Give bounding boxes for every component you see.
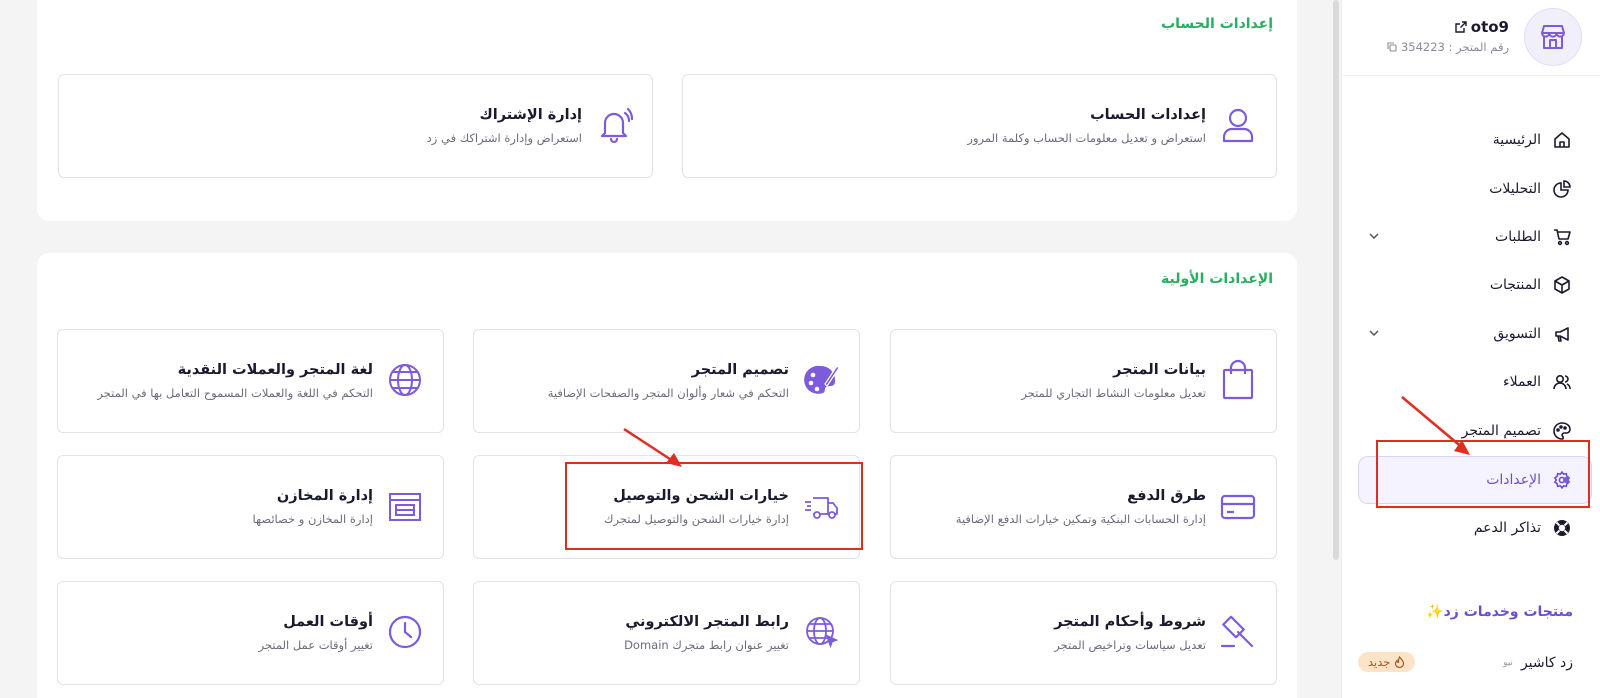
store-name: oto9 bbox=[1470, 18, 1509, 36]
store-name-row[interactable]: oto9 bbox=[1455, 18, 1509, 36]
user-icon bbox=[1216, 103, 1260, 147]
shipping-highlight-box bbox=[565, 462, 863, 550]
card-description: إدارة المخازن و خصائصها bbox=[252, 512, 373, 526]
sidebar-item-label: الرئيسية bbox=[1492, 132, 1541, 148]
card-description: استعراض وإدارة اشتراكك في زد bbox=[426, 131, 582, 145]
sidebar-item-label: المنتجات bbox=[1489, 277, 1541, 293]
card-title: إعدادات الحساب bbox=[1090, 107, 1206, 123]
sidebar-item-label: التحليلات bbox=[1489, 181, 1541, 197]
account-settings-card[interactable]: إعدادات الحساب استعراض و تعديل معلومات ا… bbox=[682, 74, 1277, 178]
store-number-row: رقم المتجر : 354223 bbox=[1387, 40, 1509, 54]
card-description: تعديل سياسات وتراخيص المتجر bbox=[1054, 638, 1206, 652]
pie-chart-icon bbox=[1551, 178, 1573, 200]
card-title: طرق الدفع bbox=[1127, 488, 1206, 504]
sidebar-item-zid-cashier[interactable]: زد كاشير نيو جديد bbox=[1358, 650, 1573, 676]
payment-methods-card[interactable]: طرق الدفع إدارة الحسابات البنكية وتمكين … bbox=[890, 455, 1277, 559]
working-hours-card[interactable]: أوقات العمل تغيير أوقات عمل المتجر bbox=[57, 581, 444, 685]
store-icon bbox=[1541, 25, 1565, 49]
promo-section-title: منتجات وخدمات زد✨ bbox=[1426, 604, 1573, 620]
new-badge: جديد bbox=[1358, 652, 1416, 672]
store-terms-card[interactable]: شروط وأحكام المتجر تعديل سياسات وتراخيص … bbox=[890, 581, 1277, 685]
card-description: التحكم في اللغة والعملات المسموح التعامل… bbox=[97, 386, 373, 400]
sidebar-item-marketing[interactable]: التسويق bbox=[1354, 312, 1573, 356]
megaphone-icon bbox=[1551, 323, 1573, 345]
card-title: رابط المتجر الالكتروني bbox=[625, 614, 789, 630]
chevron-down-icon[interactable] bbox=[1368, 327, 1380, 339]
sidebar-item-label: العملاء bbox=[1503, 374, 1541, 390]
sidebar: oto9 رقم المتجر : 354223 الرئيسية التحلي… bbox=[1341, 0, 1600, 698]
cart-icon bbox=[1551, 226, 1573, 248]
account-settings-panel: إعدادات الحساب إعدادات الحساب استعراض و … bbox=[37, 0, 1297, 221]
sidebar-item-products[interactable]: المنتجات bbox=[1354, 263, 1573, 307]
card-title: أوقات العمل bbox=[283, 614, 373, 630]
palette-icon bbox=[1551, 420, 1573, 442]
annotation-arrow-icon bbox=[1401, 396, 1470, 455]
home-icon bbox=[1551, 129, 1573, 151]
card-title: إدارة الإشتراك bbox=[479, 107, 582, 123]
card-title: إدارة المخازن bbox=[276, 488, 373, 504]
web-globe-icon bbox=[799, 610, 843, 654]
account-section-title: إعدادات الحساب bbox=[1161, 16, 1273, 32]
new-badge-label: جديد bbox=[1368, 655, 1391, 669]
warehouse-icon bbox=[383, 484, 427, 528]
sidebar-item-support-tickets[interactable]: تذاكر الدعم bbox=[1354, 506, 1573, 550]
clock-icon bbox=[383, 610, 427, 654]
sidebar-item-analytics[interactable]: التحليلات bbox=[1354, 167, 1573, 211]
initial-section-title: الإعدادات الأولية bbox=[1161, 271, 1273, 287]
annotation-arrow-icon bbox=[623, 427, 682, 467]
gavel-icon bbox=[1216, 610, 1260, 654]
language-currency-card[interactable]: لغة المتجر والعملات النقدية التحكم في ال… bbox=[57, 329, 444, 433]
card-title: تصميم المتجر bbox=[691, 362, 789, 378]
store-header: oto9 رقم المتجر : 354223 bbox=[1341, 0, 1600, 76]
card-description: إدارة الحسابات البنكية وتمكين خيارات الد… bbox=[955, 512, 1206, 526]
credit-card-icon bbox=[1216, 484, 1260, 528]
card-title: شروط وأحكام المتجر bbox=[1054, 614, 1206, 630]
sidebar-item-label: تذاكر الدعم bbox=[1473, 520, 1541, 536]
flame-icon bbox=[1395, 656, 1405, 668]
sidebar-item-label: التسويق bbox=[1493, 326, 1541, 342]
lifebuoy-icon bbox=[1551, 517, 1573, 539]
globe-icon bbox=[383, 358, 427, 402]
copy-icon[interactable] bbox=[1387, 42, 1397, 52]
sidebar-item-label: الطلبات bbox=[1495, 229, 1541, 245]
card-description: التحكم في شعار وألوان المتجر والصفحات ال… bbox=[547, 386, 789, 400]
palette-icon bbox=[799, 358, 843, 402]
card-description: تعديل معلومات النشاط التجاري للمتجر bbox=[1021, 386, 1206, 400]
store-number: رقم المتجر : 354223 bbox=[1400, 40, 1509, 54]
cashier-tag: نيو bbox=[1503, 658, 1513, 668]
bell-icon bbox=[592, 103, 636, 147]
store-avatar[interactable] bbox=[1524, 8, 1582, 66]
users-icon bbox=[1551, 371, 1573, 393]
sidebar-item-orders[interactable]: الطلبات bbox=[1354, 215, 1573, 259]
card-title: بيانات المتجر bbox=[1113, 362, 1206, 378]
store-design-card[interactable]: تصميم المتجر التحكم في شعار وألوان المتج… bbox=[473, 329, 860, 433]
subscription-card[interactable]: إدارة الإشتراك استعراض وإدارة اشتراكك في… bbox=[58, 74, 653, 178]
box-icon bbox=[1551, 274, 1573, 296]
page-scrollbar[interactable] bbox=[1333, 0, 1339, 560]
external-link-icon[interactable] bbox=[1455, 21, 1467, 33]
card-title: لغة المتجر والعملات النقدية bbox=[177, 362, 373, 378]
card-description: تغيير عنوان رابط متجرك Domain bbox=[624, 638, 789, 652]
shopping-bag-icon bbox=[1216, 358, 1260, 402]
warehouses-card[interactable]: إدارة المخازن إدارة المخازن و خصائصها bbox=[57, 455, 444, 559]
sidebar-item-home[interactable]: الرئيسية bbox=[1354, 118, 1573, 162]
store-info-card[interactable]: بيانات المتجر تعديل معلومات النشاط التجا… bbox=[890, 329, 1277, 433]
card-description: استعراض و تعديل معلومات الحساب وكلمة الم… bbox=[967, 131, 1206, 145]
chevron-down-icon[interactable] bbox=[1368, 230, 1380, 242]
cashier-label: زد كاشير bbox=[1520, 655, 1573, 671]
card-description: تغيير أوقات عمل المتجر bbox=[258, 638, 373, 652]
store-domain-card[interactable]: رابط المتجر الالكتروني تغيير عنوان رابط … bbox=[473, 581, 860, 685]
